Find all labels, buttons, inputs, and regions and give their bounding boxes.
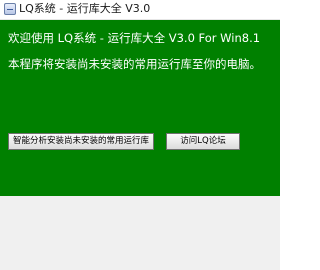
title-bar[interactable]: LQ系统 - 运行库大全 V3.0 [0, 0, 280, 20]
window-footer [0, 196, 280, 270]
visit-forum-button[interactable]: 访问LQ论坛 [166, 133, 240, 150]
welcome-text: 欢迎使用 LQ系统 - 运行库大全 V3.0 For Win8.1 [8, 31, 261, 45]
content-panel: 欢迎使用 LQ系统 - 运行库大全 V3.0 For Win8.1 本程序将安装… [0, 20, 280, 196]
app-window: LQ系统 - 运行库大全 V3.0 欢迎使用 LQ系统 - 运行库大全 V3.0… [0, 0, 280, 270]
description-text: 本程序将安装尚未安装的常用运行库至你的电脑。 [8, 57, 261, 71]
window-title: LQ系统 - 运行库大全 V3.0 [19, 2, 151, 15]
analyze-install-button[interactable]: 智能分析安装尚未安装的常用运行库 [8, 133, 154, 150]
app-icon [4, 3, 16, 15]
